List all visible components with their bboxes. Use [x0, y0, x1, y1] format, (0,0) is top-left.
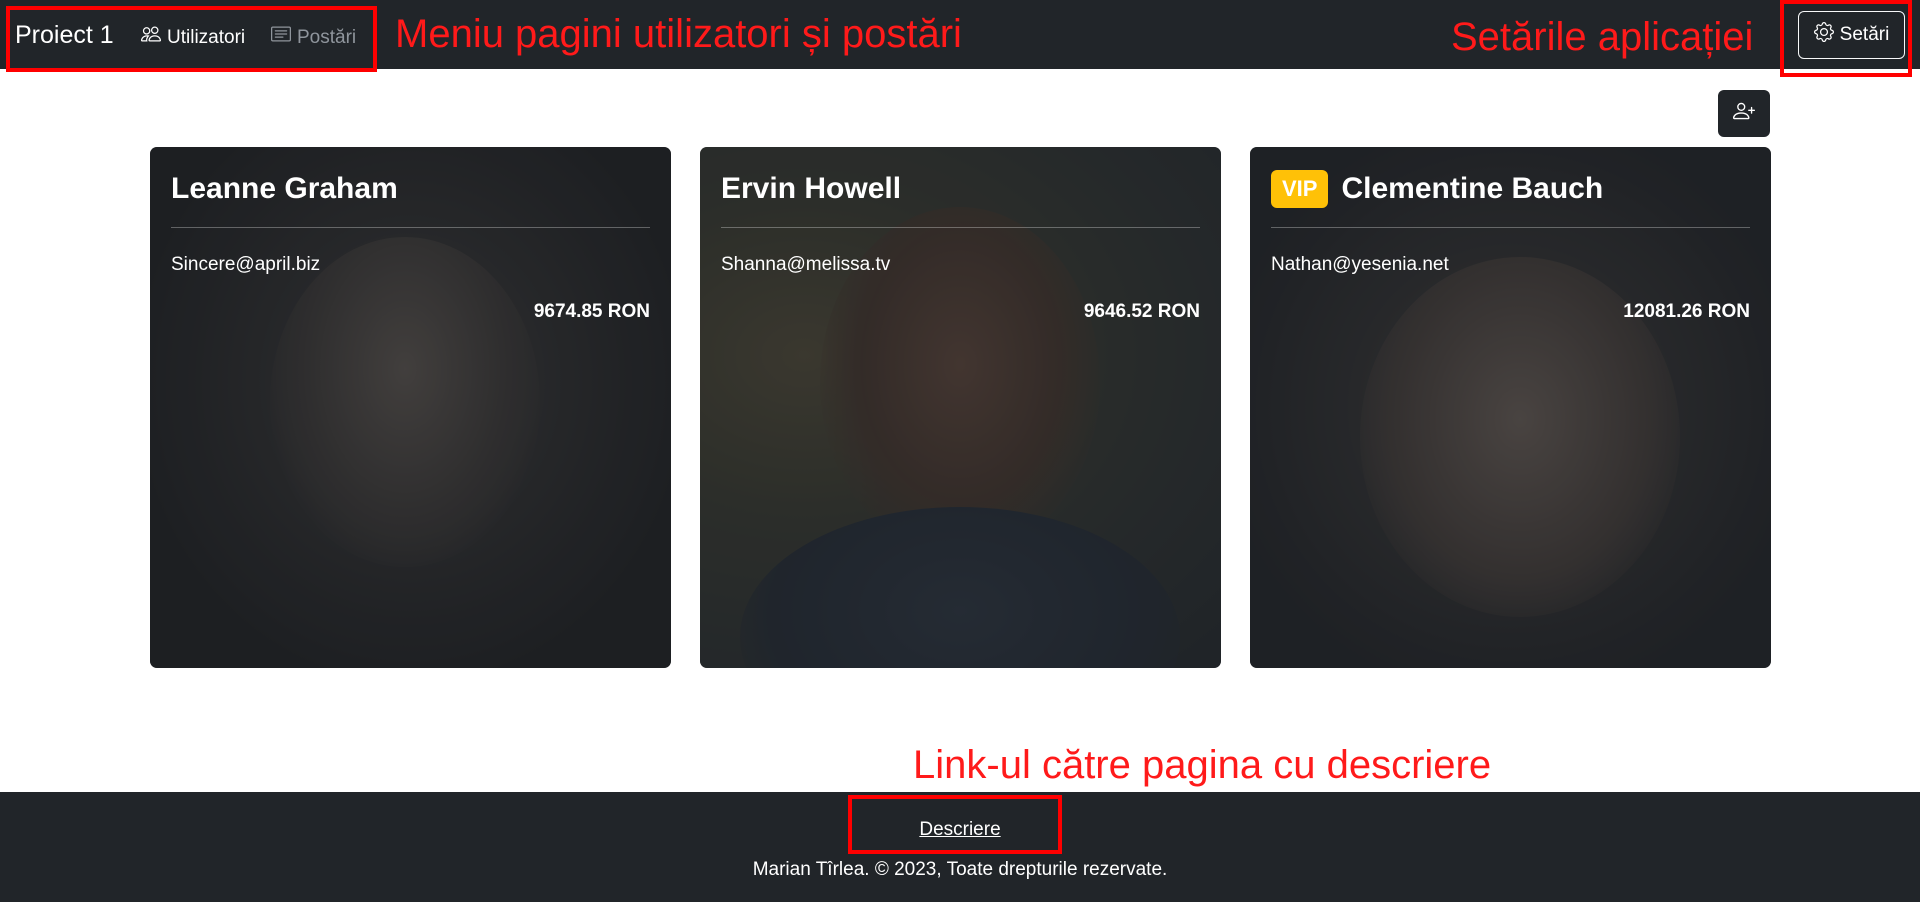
user-card[interactable]: Leanne Graham Sincere@april.biz 9674.85 …	[150, 147, 671, 668]
footer: Descriere Marian Tîrlea. © 2023, Toate d…	[0, 792, 1920, 902]
gear-icon	[1813, 22, 1834, 48]
annotation-settings-label: Setările aplicației	[1451, 15, 1754, 59]
nav-link-users-label: Utilizatori	[167, 26, 246, 48]
description-link[interactable]: Descriere	[919, 819, 1000, 840]
user-balance: 12081.26 RON	[1623, 301, 1750, 322]
user-balance: 9674.85 RON	[533, 301, 650, 322]
user-email: Nathan@yesenia.net	[1271, 254, 1449, 275]
annotation-description-label: Link-ul către pagina cu descriere	[913, 743, 1492, 787]
user-name: Ervin Howell	[721, 172, 902, 205]
copyright-text: Marian Tîrlea. © 2023, Toate drepturile …	[752, 859, 1168, 880]
person-plus-icon	[1733, 100, 1755, 127]
user-email: Sincere@april.biz	[171, 254, 321, 275]
nav-link-users[interactable]: Utilizatori	[141, 24, 245, 51]
vip-badge: VIP	[1271, 170, 1329, 208]
add-user-button[interactable]	[1718, 90, 1770, 137]
user-name: Clementine Bauch	[1341, 172, 1604, 205]
settings-button-label: Setări	[1839, 24, 1890, 45]
divider	[171, 227, 650, 228]
brand-title[interactable]: Proiect 1	[15, 20, 114, 50]
settings-button[interactable]: Setări	[1798, 11, 1905, 59]
divider	[1271, 227, 1750, 228]
nav-link-posts[interactable]: Postări	[271, 24, 356, 51]
card-text-icon	[271, 24, 291, 51]
user-name: Leanne Graham	[171, 172, 398, 205]
divider	[721, 227, 1200, 228]
nav-link-posts-label: Postări	[297, 26, 357, 48]
user-balance: 9646.52 RON	[1083, 301, 1200, 322]
user-email: Shanna@melissa.tv	[721, 254, 891, 275]
user-card[interactable]: Ervin Howell Shanna@melissa.tv 9646.52 R…	[700, 147, 1221, 668]
users-icon	[141, 24, 161, 51]
annotation-menu-label: Meniu pagini utilizatori și postări	[395, 12, 962, 56]
user-card[interactable]: VIP Clementine Bauch Nathan@yesenia.net …	[1250, 147, 1771, 668]
